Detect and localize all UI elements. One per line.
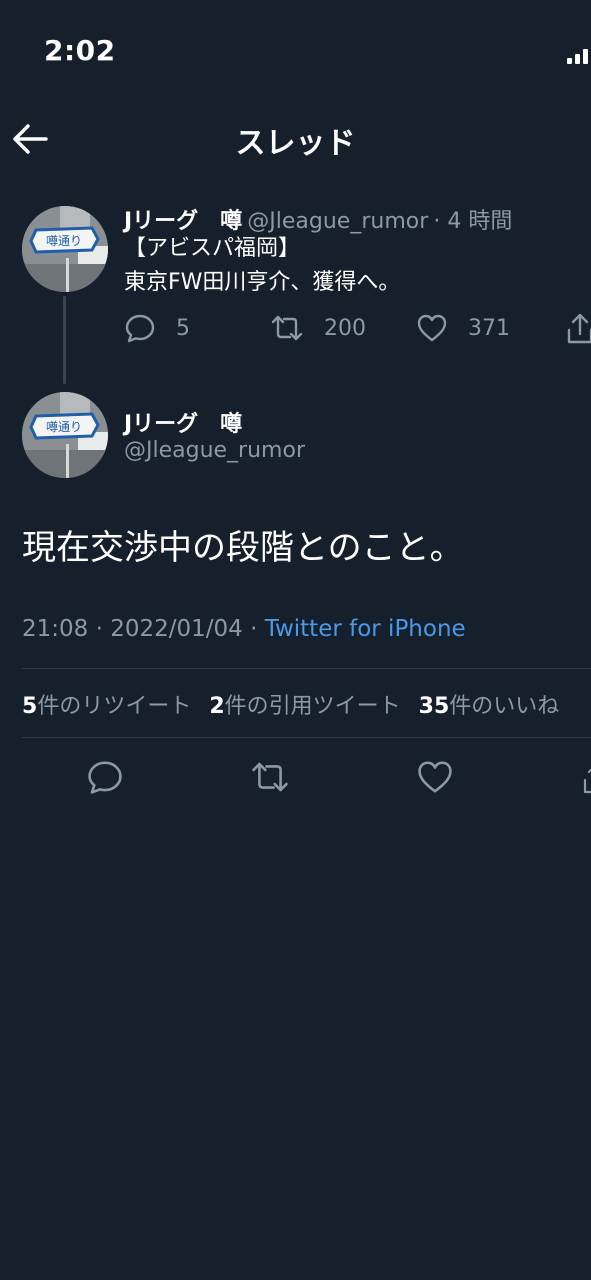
tweet1-time: · 4 時間 — [433, 209, 513, 234]
like-button[interactable] — [416, 758, 454, 800]
reply-icon — [125, 314, 155, 343]
status-time: 2:02 — [44, 34, 116, 67]
like-button[interactable]: 371 — [416, 312, 510, 344]
tweet1-handle[interactable]: @Jleague_rumor — [247, 209, 428, 234]
reply-button[interactable] — [86, 758, 124, 800]
tweet1-text-line-2: 東京FW田川亨介、獲得へ。 — [124, 270, 401, 295]
tweet-meta: 21:08 · 2022/01/04 · Twitter for iPhone — [22, 616, 466, 642]
tweet-stats: 5件のリツイート 2件の引用ツイート 35件のいいね — [22, 688, 559, 720]
page-title: スレッド — [235, 126, 356, 161]
tweet1-header: Jリーグ 噂 @Jleague_rumor · 4 時間 — [124, 203, 512, 235]
avatar-sign-text: 噂通り — [46, 419, 82, 434]
share-icon — [567, 313, 591, 344]
quote-tweets-stat[interactable]: 2件の引用ツイート — [209, 694, 400, 719]
avatar-sign-text: 噂通り — [46, 233, 82, 248]
retweets-stat[interactable]: 5件のリツイート — [22, 694, 191, 719]
avatar[interactable]: 噂通り — [22, 206, 108, 292]
like-icon — [417, 314, 447, 342]
share-button[interactable] — [580, 760, 591, 798]
signal-icon — [567, 44, 591, 64]
retweet-icon — [271, 315, 303, 341]
share-icon — [583, 768, 591, 794]
tweet2-handle[interactable]: @Jleague_rumor — [124, 438, 305, 463]
share-button[interactable] — [564, 312, 591, 346]
divider — [22, 668, 591, 669]
tweet2-text: 現在交渉中の段階とのこと。 — [22, 528, 464, 568]
retweet-icon — [252, 762, 288, 792]
divider — [22, 737, 591, 738]
tweet-timestamp: 21:08 · 2022/01/04 · — [22, 616, 265, 642]
tweet1-text-line-1: 【アビスパ福岡】 — [124, 236, 301, 261]
like-icon — [418, 761, 452, 793]
reply-button[interactable]: 5 — [124, 312, 190, 344]
tweet2-name[interactable]: Jリーグ 噂 — [124, 406, 242, 438]
likes-stat[interactable]: 35件のいいね — [419, 694, 560, 719]
reply-count: 5 — [176, 315, 190, 341]
tweet-source-link[interactable]: Twitter for iPhone — [265, 616, 466, 642]
avatar[interactable]: 噂通り — [22, 392, 108, 478]
thread-line — [63, 296, 66, 384]
like-count: 371 — [468, 315, 510, 341]
retweet-button[interactable]: 200 — [270, 312, 366, 344]
retweet-count: 200 — [324, 315, 366, 341]
tweet1-name[interactable]: Jリーグ 噂 — [124, 209, 242, 234]
reply-icon — [88, 761, 122, 794]
retweet-button[interactable] — [250, 758, 290, 800]
